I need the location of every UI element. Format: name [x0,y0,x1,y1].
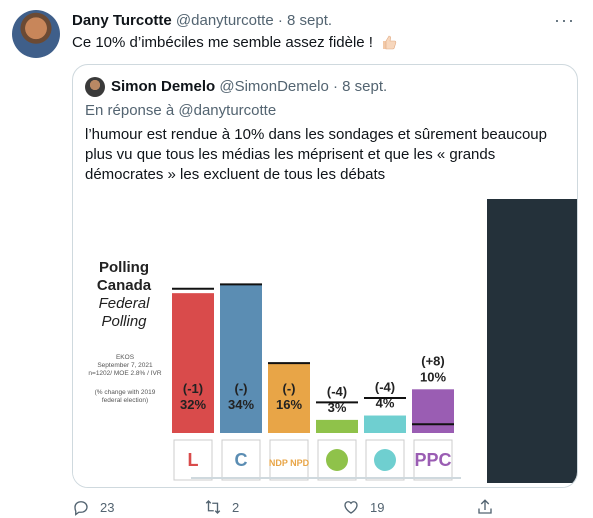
heart-icon[interactable] [342,498,360,516]
media-scrubber [191,477,461,479]
tweet-header: Dany Turcotte @danyturcotte · 8 sept. [72,12,332,29]
share-icon[interactable] [476,498,494,516]
change-label-bq: (-4) [375,380,395,395]
quoted-date[interactable]: 8 sept. [342,78,387,95]
more-options-icon[interactable]: ··· [554,10,575,31]
value-label-lpc: 32% [180,397,206,412]
reply-count: 23 [100,499,115,515]
logo-text-ndp: NDP NPD [269,458,310,468]
reply-to-label[interactable]: En réponse à @danyturcotte [85,102,276,119]
author-handle[interactable]: @danyturcotte [176,12,274,29]
tweet-date[interactable]: 8 sept. [287,12,332,29]
reply-icon[interactable] [72,498,90,516]
value-label-ndp: 16% [276,397,302,412]
poll-bar-chart: (-1)32%L(-)34%C(-)16%NDP NPD(-4)3%(-4)4%… [172,283,454,481]
change-label-gpc: (-4) [327,384,347,399]
change-label-ppc: (+8) [421,353,444,368]
change-label-ndp: (-) [283,381,296,396]
like-count: 19 [370,499,385,515]
retweet-count: 2 [232,499,240,515]
quoted-author-avatar[interactable] [85,77,105,97]
reply-action[interactable]: 23 [72,498,114,516]
bar-lpc [172,293,214,433]
quoted-tweet[interactable]: Simon Demelo @SimonDemelo · 8 sept. En r… [72,64,578,488]
tweet-text-content: Ce 10% d’imbéciles me semble assez fidèl… [72,34,373,51]
quoted-header: Simon Demelo @SimonDemelo · 8 sept. [111,78,387,95]
tweet-text: Ce 10% d’imbéciles me semble assez fidèl… [72,34,397,51]
value-label-ppc: 10% [420,369,446,384]
quoted-separator-dot: · [332,78,338,95]
share-action[interactable] [476,498,494,516]
retweet-icon[interactable] [204,498,222,516]
logo-text-lpc: L [188,450,199,470]
bar-gpc [316,419,358,433]
quoted-text: l’humour est rendue à 10% dans les sonda… [85,126,547,183]
author-avatar[interactable] [12,10,60,58]
poll-image[interactable]: Polling Canada Federal Polling EKOS Sept… [73,199,577,487]
quoted-author-name[interactable]: Simon Demelo [111,78,215,95]
bar-ppc [412,389,454,433]
like-action[interactable]: 19 [342,498,384,516]
logo-text-cpc: C [235,450,248,470]
change-label-lpc: (-1) [183,381,203,396]
bar-bq [364,415,406,433]
retweet-action[interactable]: 2 [204,498,239,516]
logo-text-ppc: PPC [414,450,451,470]
value-label-cpc: 34% [228,397,254,412]
logo-mark-bq [374,449,396,471]
thumbs-up-icon [383,35,397,50]
change-label-cpc: (-) [235,381,248,396]
author-name[interactable]: Dany Turcotte [72,12,172,29]
quoted-author-handle[interactable]: @SimonDemelo [219,78,328,95]
logo-mark-gpc [326,449,348,471]
separator-dot: · [277,12,283,29]
